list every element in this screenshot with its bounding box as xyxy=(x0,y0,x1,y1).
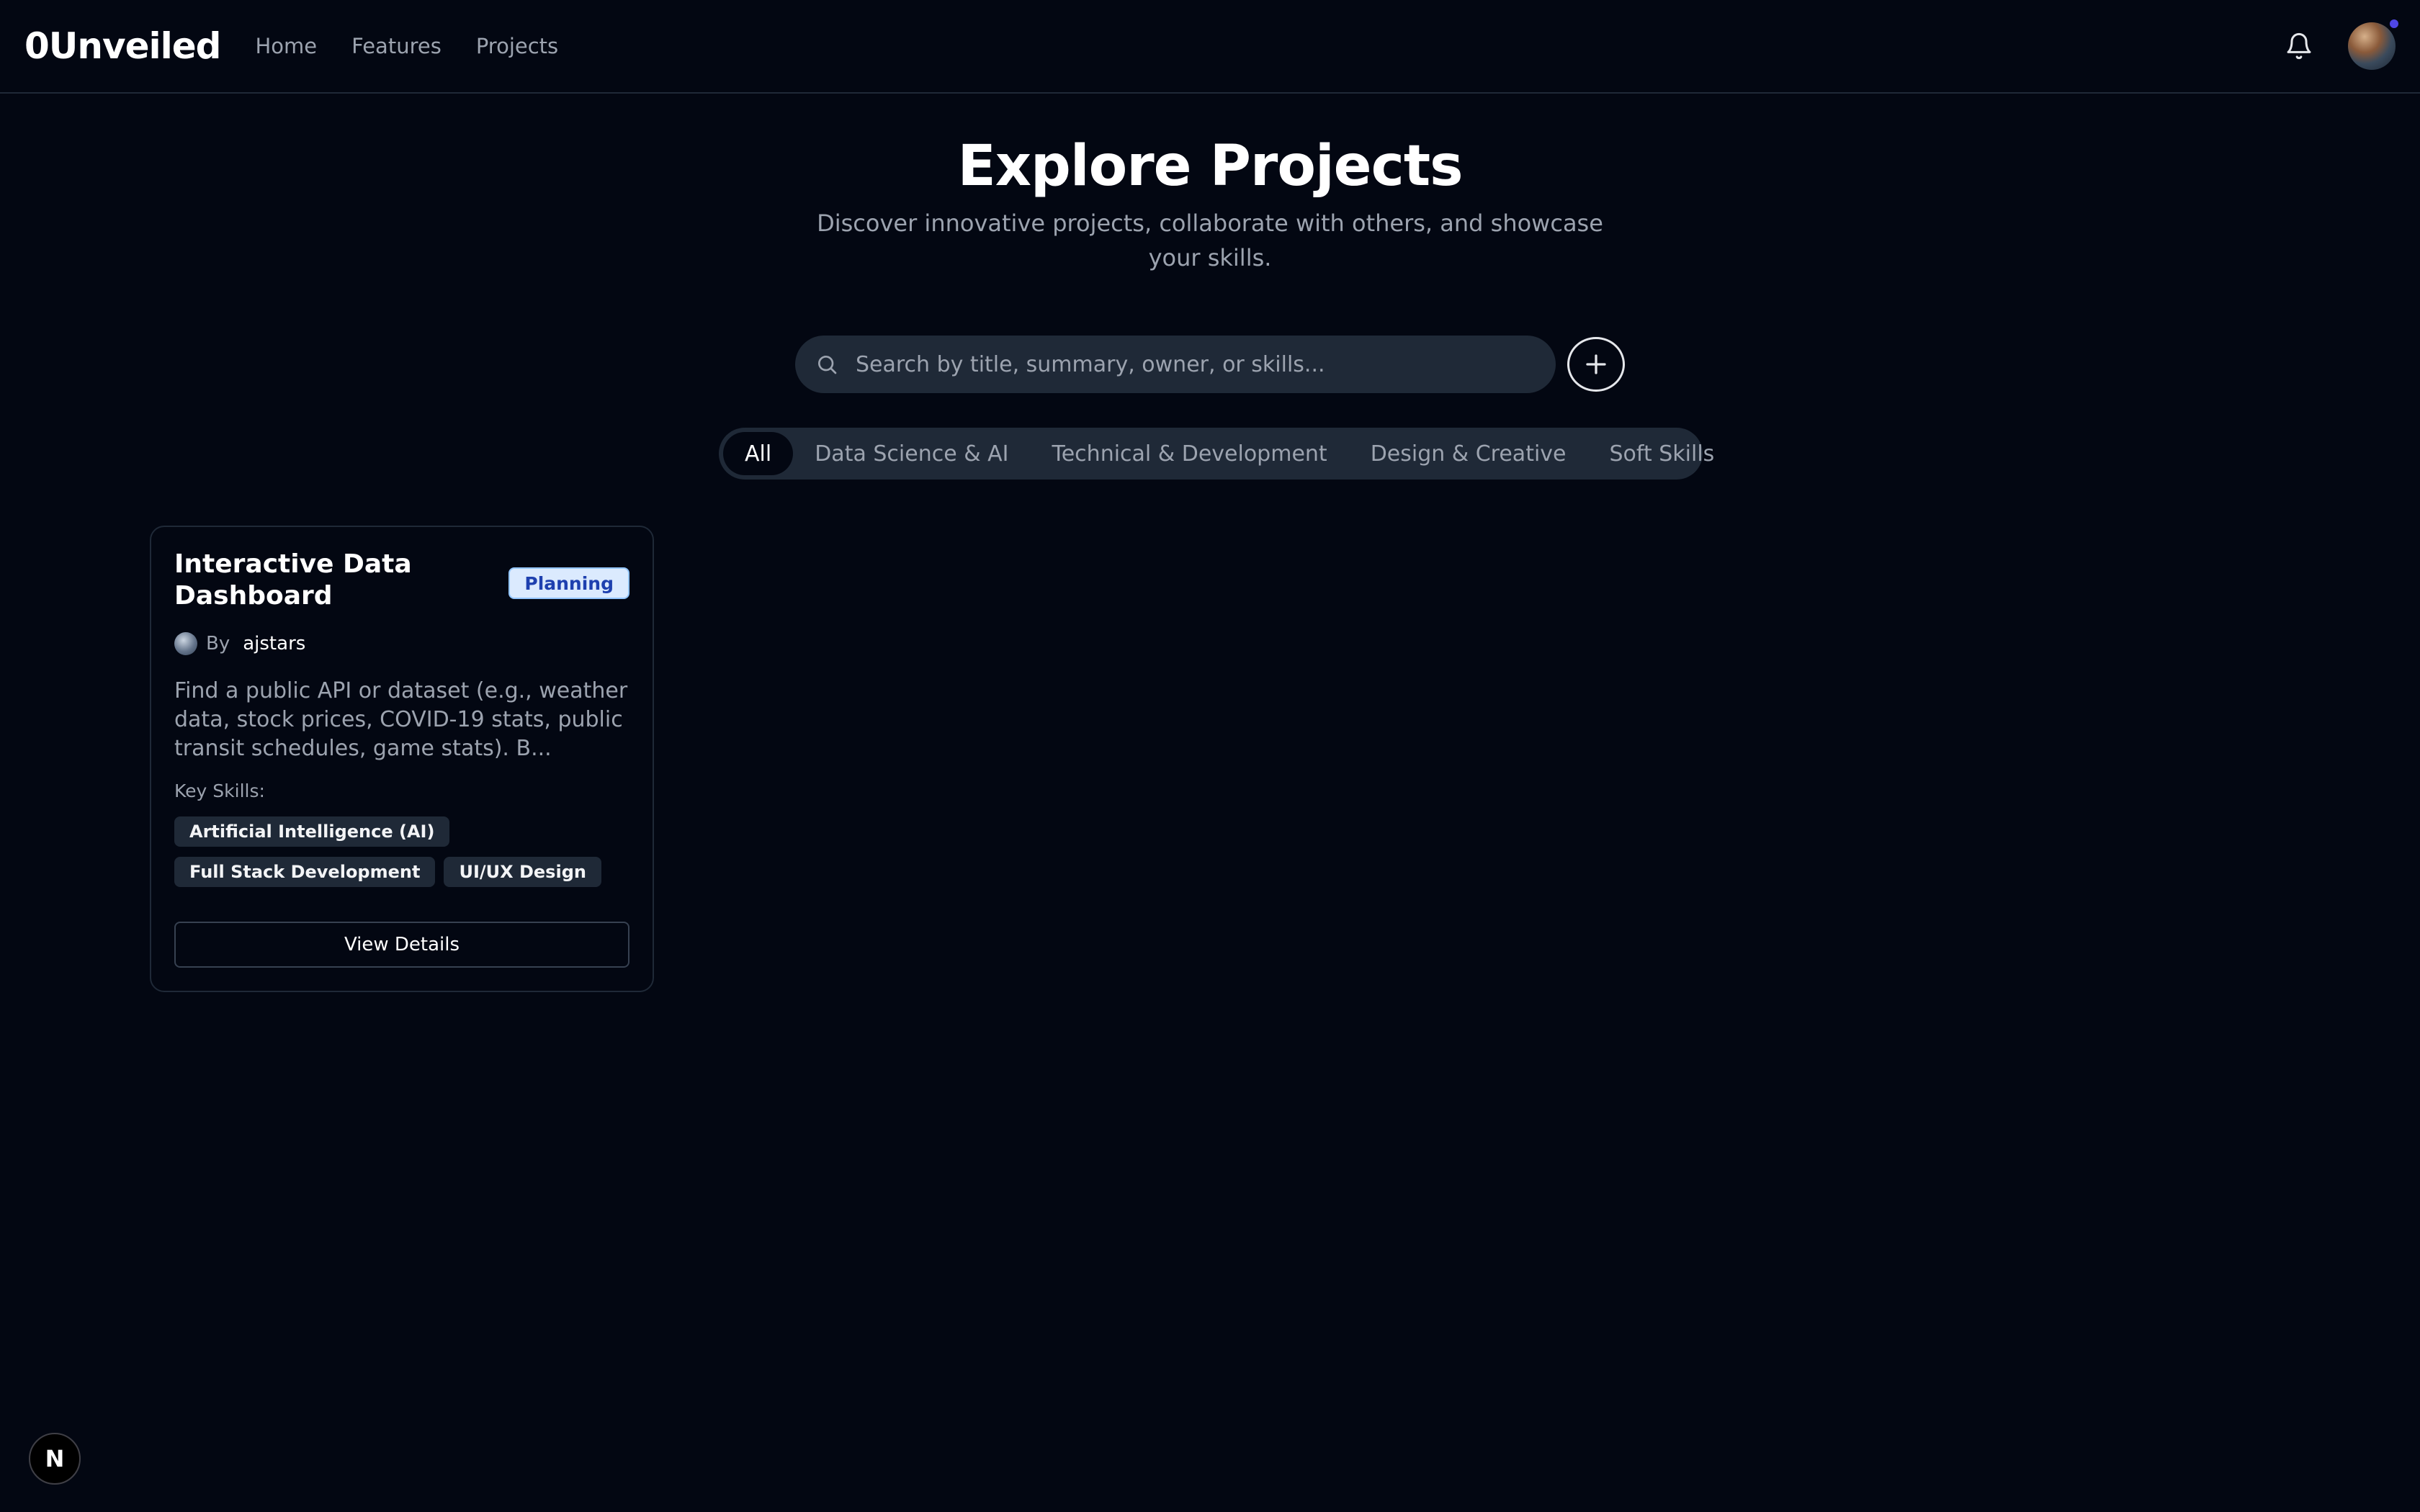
tab-technical-development[interactable]: Technical & Development xyxy=(1031,432,1349,475)
skill-tag: Artificial Intelligence (AI) xyxy=(174,816,450,847)
project-description: Find a public API or dataset (e.g., weat… xyxy=(174,678,628,761)
category-tabs: All Data Science & AI Technical & Develo… xyxy=(719,428,1714,480)
page-title: Explore Projects xyxy=(957,134,1463,199)
nav-link-projects[interactable]: Projects xyxy=(476,34,558,58)
project-card: Interactive Data Dashboard Planning By a… xyxy=(150,526,654,992)
plus-icon xyxy=(1586,354,1606,374)
view-details-button[interactable]: View Details xyxy=(174,922,629,968)
search-bar xyxy=(795,336,1556,393)
notifications-button[interactable] xyxy=(2277,24,2321,68)
top-nav-bar: 0Unveiled Home Features Projects xyxy=(0,0,2420,94)
owner-name[interactable]: ajstars xyxy=(243,633,305,654)
dev-tools-button[interactable]: N xyxy=(29,1433,81,1485)
user-menu-button[interactable] xyxy=(2348,19,2398,70)
bell-icon xyxy=(2287,32,2311,60)
skills-label: Key Skills: xyxy=(174,780,265,801)
nav-link-features[interactable]: Features xyxy=(351,34,442,58)
owner-by-label: By xyxy=(206,633,230,654)
status-badge: Planning xyxy=(508,567,629,599)
main-nav: Home Features Projects xyxy=(255,34,558,58)
app-logo[interactable]: 0Unveiled xyxy=(24,25,221,67)
avatar xyxy=(2348,22,2396,70)
skill-tag: Full Stack Development xyxy=(174,857,436,887)
page-subtitle: Discover innovative projects, collaborat… xyxy=(817,210,1603,271)
tab-data-science-ai[interactable]: Data Science & AI xyxy=(793,432,1030,475)
tab-soft-skills[interactable]: Soft Skills xyxy=(1588,432,1736,475)
tab-design-creative[interactable]: Design & Creative xyxy=(1349,432,1588,475)
search-icon xyxy=(811,348,843,380)
add-project-button[interactable] xyxy=(1567,337,1625,392)
project-owner: By ajstars xyxy=(174,632,305,655)
search-input[interactable] xyxy=(843,336,1556,393)
owner-avatar xyxy=(174,632,197,655)
header-actions xyxy=(2277,19,2398,70)
notification-dot xyxy=(2390,19,2398,28)
skill-tag: UI/UX Design xyxy=(444,857,601,887)
project-title: Interactive Data Dashboard xyxy=(174,549,412,611)
tab-all[interactable]: All xyxy=(723,432,794,475)
skills-list: Artificial Intelligence (AI) Full Stack … xyxy=(174,816,628,887)
nav-link-home[interactable]: Home xyxy=(255,34,317,58)
